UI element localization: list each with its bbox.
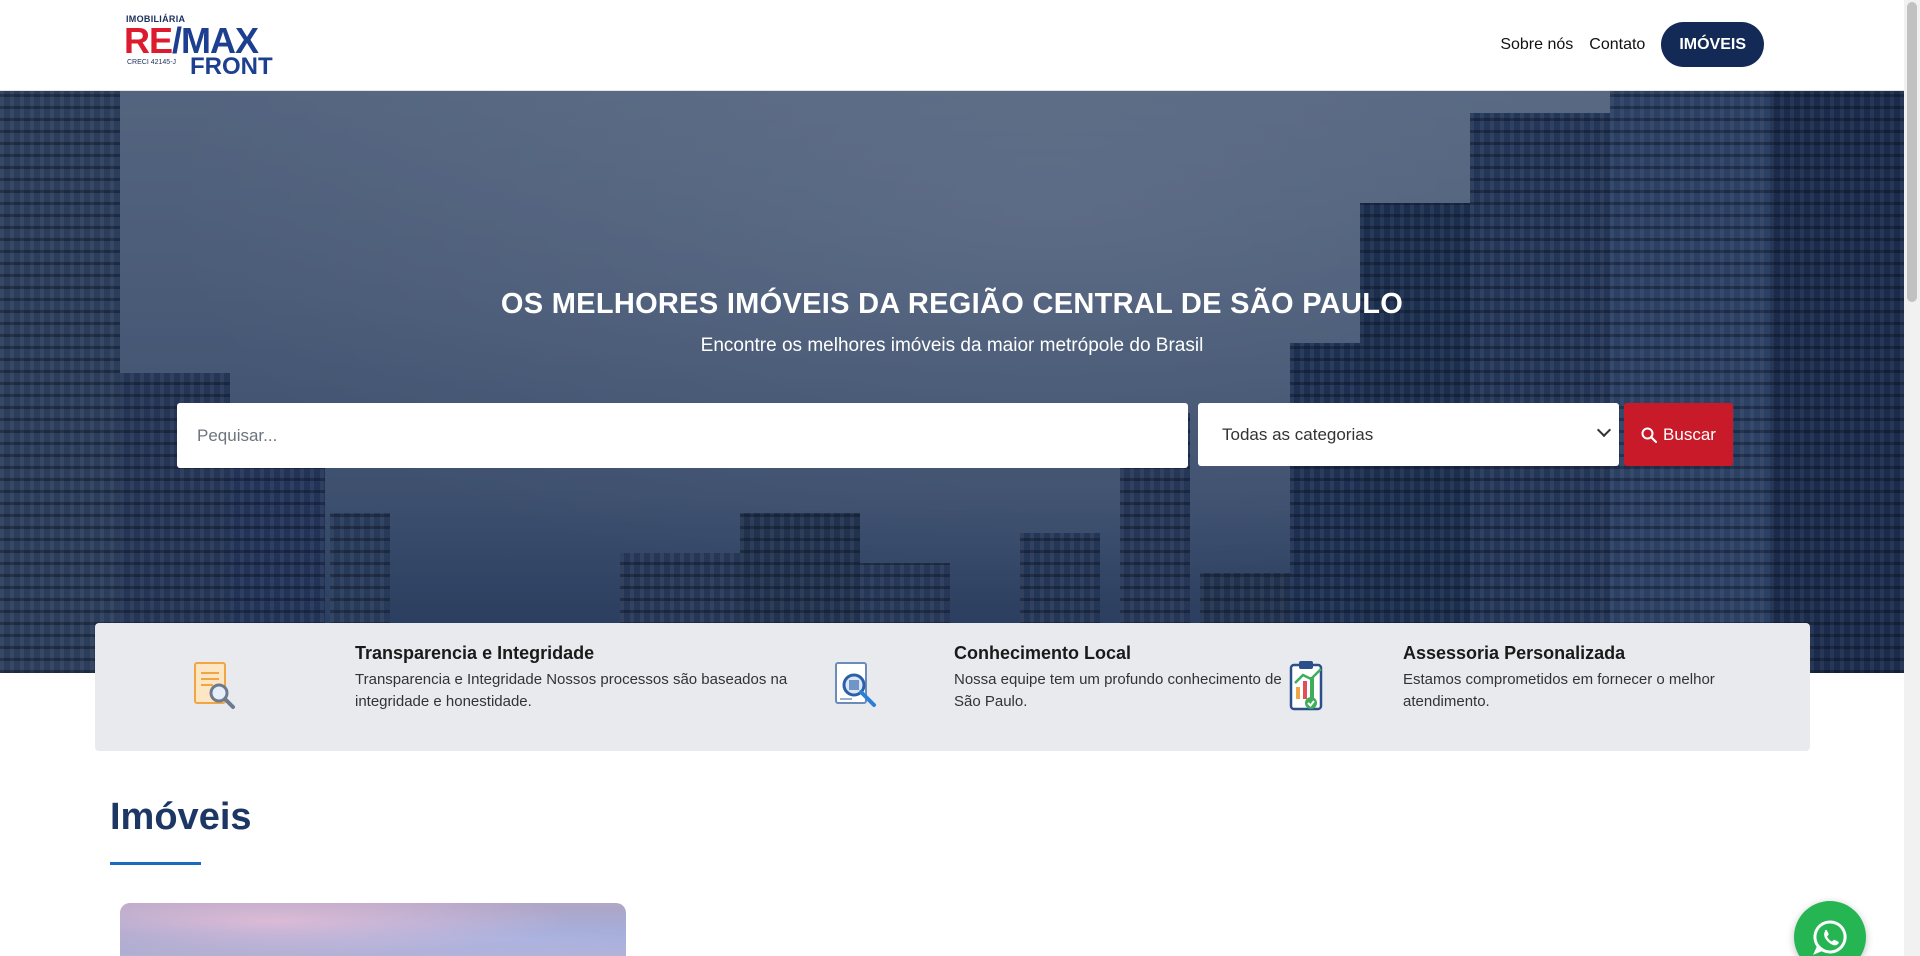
feature-desc-transparencia: Transparencia e Integridade Nossos proce… <box>355 671 788 710</box>
whatsapp-button[interactable] <box>1794 901 1866 956</box>
search-button[interactable]: Buscar <box>1624 403 1733 466</box>
nav-link-contato[interactable]: Contato <box>1589 36 1645 54</box>
logo-creci-text: CRECI 42145-J <box>127 59 177 66</box>
nav-link-sobre-nos[interactable]: Sobre nós <box>1500 36 1573 54</box>
hero-overlay <box>0 91 1904 673</box>
category-select-value: Todas as categorias <box>1222 424 1374 444</box>
feature-desc-conhecimento: Nossa equipe tem um profundo conheciment… <box>954 671 1282 710</box>
feature-title-conhecimento: Conhecimento Local <box>954 643 1132 663</box>
search-icon <box>1641 427 1658 443</box>
scrollbar-thumb[interactable] <box>1907 2 1917 302</box>
search-button-label: Buscar <box>1663 424 1716 444</box>
hero-subtitle: Encontre os melhores imóveis da maior me… <box>700 335 1204 356</box>
whatsapp-icon <box>1813 920 1847 955</box>
feature-desc-assessoria: Estamos comprometidos em fornecer o melh… <box>1403 671 1715 710</box>
logo-front-text: FRONT <box>190 53 273 80</box>
chevron-down-icon <box>1596 422 1612 438</box>
feature-title-assessoria: Assessoria Personalizada <box>1403 643 1626 663</box>
nav-imoveis-button[interactable]: IMÓVEIS <box>1661 22 1764 67</box>
remax-front-logo[interactable]: IMOBILIÁRIA RE/MAX CRECI 42145-J FRONT <box>124 12 276 80</box>
search-input[interactable] <box>177 403 1188 468</box>
property-card-image <box>120 903 626 956</box>
hero-title: OS MELHORES IMÓVEIS DA REGIÃO CENTRAL DE… <box>500 288 1404 320</box>
hero-banner: OS MELHORES IMÓVEIS DA REGIÃO CENTRAL DE… <box>0 91 1904 673</box>
features-panel: Transparencia e Integridade Transparenci… <box>95 623 1810 751</box>
map-search-icon <box>835 662 876 707</box>
clipboard-chart-icon <box>1289 661 1323 711</box>
category-select[interactable]: Todas as categorias <box>1198 403 1619 466</box>
page-scrollbar[interactable] <box>1904 0 1920 956</box>
site-header: IMOBILIÁRIA RE/MAX CRECI 42145-J FRONT S… <box>0 0 1904 91</box>
property-card[interactable] <box>120 903 626 956</box>
feature-title-transparencia: Transparencia e Integridade <box>355 643 595 663</box>
section-title-imoveis: Imóveis <box>110 796 252 838</box>
main-nav: Sobre nós Contato IMÓVEIS <box>1500 22 1764 67</box>
document-magnifier-icon <box>194 662 235 709</box>
section-title-underline <box>110 862 201 865</box>
